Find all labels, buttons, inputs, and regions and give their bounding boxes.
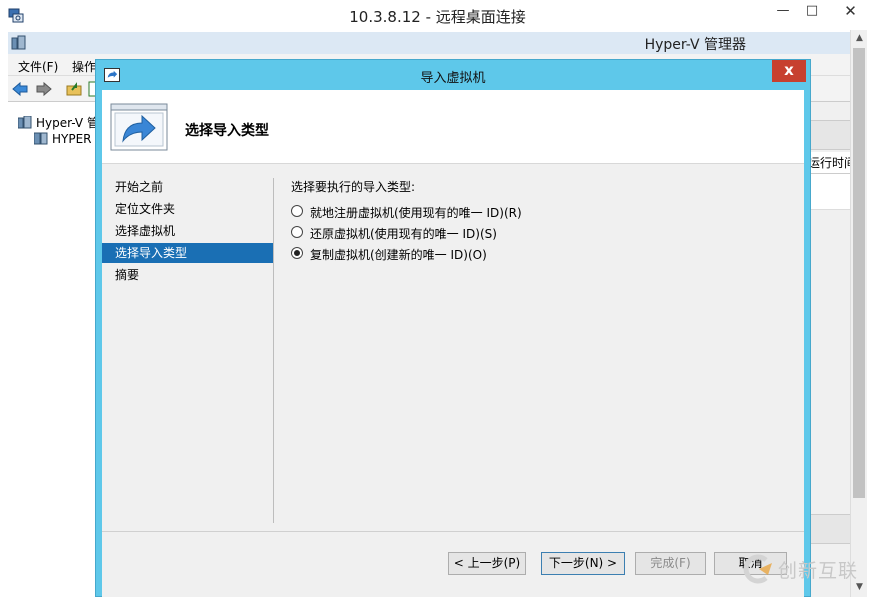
pane-header bbox=[808, 514, 850, 544]
minimize-button[interactable]: — bbox=[768, 0, 798, 22]
close-button[interactable]: ✕ bbox=[826, 0, 875, 22]
pane-header bbox=[808, 120, 850, 150]
window-title: 10.3.8.12 - 远程桌面连接 bbox=[349, 8, 526, 26]
up-folder-icon[interactable] bbox=[66, 81, 82, 97]
option-label: 还原虚拟机(使用现有的唯一 ID)(S) bbox=[310, 227, 497, 241]
step-summary[interactable]: 摘要 bbox=[102, 265, 273, 285]
step-select-vm[interactable]: 选择虚拟机 bbox=[102, 221, 273, 241]
scroll-thumb[interactable] bbox=[853, 48, 865, 498]
menu-action[interactable]: 操作 bbox=[72, 58, 96, 75]
server-icon bbox=[34, 132, 48, 145]
watermark-text: 创新互联 bbox=[778, 560, 859, 582]
manager-title: Hyper-V 管理器 bbox=[644, 37, 746, 53]
table-row[interactable] bbox=[808, 174, 850, 210]
page-title: 选择导入类型 bbox=[185, 123, 269, 139]
step-choose-import-type[interactable]: 选择导入类型 bbox=[102, 243, 273, 263]
next-button[interactable]: 下一步(N) > bbox=[541, 552, 625, 575]
back-arrow-icon[interactable] bbox=[12, 81, 28, 97]
hyperv-manager-icon bbox=[11, 35, 26, 50]
dialog-titlebar: 导入虚拟机 x bbox=[96, 60, 810, 90]
tree-label: Hyper-V 管 bbox=[36, 116, 99, 130]
column-header-uptime[interactable]: 运行时间 bbox=[808, 152, 850, 174]
maximize-button[interactable]: □ bbox=[797, 0, 827, 22]
divider bbox=[102, 531, 804, 532]
vertical-scrollbar[interactable]: ▲ ▼ bbox=[850, 30, 867, 597]
watermark: 创新互联 bbox=[742, 550, 872, 586]
hyperv-manager-icon bbox=[18, 116, 32, 129]
forward-arrow-icon[interactable] bbox=[36, 81, 52, 97]
import-vm-dialog: 导入虚拟机 x 选择导入类型 开始之前 定位文件夹 选择虚拟机 选择导入类型 摘… bbox=[95, 59, 811, 597]
dialog-close-button[interactable]: x bbox=[772, 60, 806, 82]
wizard-header: 选择导入类型 bbox=[102, 90, 804, 164]
rdp-titlebar: 10.3.8.12 - 远程桌面连接 — □ ✕ bbox=[0, 0, 875, 30]
console-tree: Hyper-V 管 HYPER bbox=[8, 102, 99, 597]
step-before-you-begin[interactable]: 开始之前 bbox=[102, 177, 273, 197]
dialog-body: 选择导入类型 开始之前 定位文件夹 选择虚拟机 选择导入类型 摘要 选择要执行的… bbox=[102, 90, 804, 597]
tree-item-server[interactable]: HYPER bbox=[34, 132, 98, 146]
option-label: 复制虚拟机(创建新的唯一 ID)(O) bbox=[310, 248, 487, 262]
import-arrow-icon bbox=[110, 103, 168, 151]
dialog-title: 导入虚拟机 bbox=[420, 71, 486, 86]
radio-button[interactable] bbox=[291, 226, 303, 238]
menu-file[interactable]: 文件(F) bbox=[18, 58, 58, 75]
option-label: 就地注册虚拟机(使用现有的唯一 ID)(R) bbox=[310, 206, 522, 220]
radio-button[interactable] bbox=[291, 205, 303, 217]
divider bbox=[273, 178, 274, 523]
manager-results-pane: 运行时间 bbox=[808, 102, 850, 597]
step-locate-folder[interactable]: 定位文件夹 bbox=[102, 199, 273, 219]
import-type-prompt: 选择要执行的导入类型: bbox=[291, 180, 416, 194]
manager-titlebar: Hyper-V 管理器 bbox=[8, 32, 850, 54]
tree-item-hyperv-manager[interactable]: Hyper-V 管 bbox=[18, 114, 99, 131]
finish-button[interactable]: 完成(F) bbox=[635, 552, 706, 575]
radio-button-selected[interactable] bbox=[291, 247, 303, 259]
watermark-logo-icon bbox=[743, 554, 772, 584]
scroll-up-icon[interactable]: ▲ bbox=[851, 30, 868, 47]
tree-label: HYPER bbox=[52, 132, 92, 146]
previous-button[interactable]: < 上一步(P) bbox=[448, 552, 526, 575]
